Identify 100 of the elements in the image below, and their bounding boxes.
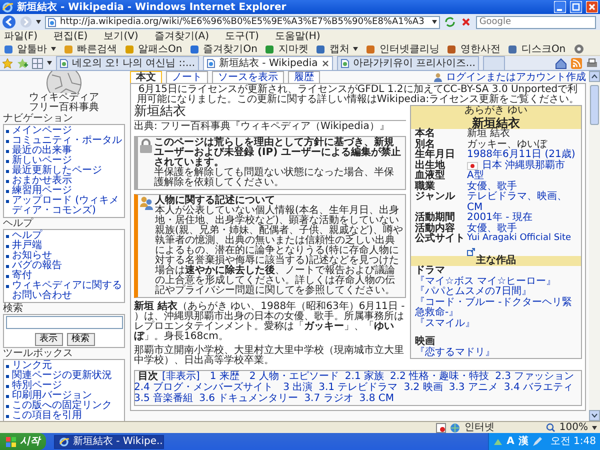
add-favorite-icon[interactable] [17, 58, 28, 68]
browser-tab[interactable]: 아라가키유이 프리사이즈... [336, 56, 480, 70]
toc-link[interactable]: 2.3 ファッション [495, 372, 574, 382]
toc-link[interactable]: 3.4 バラエティ [504, 382, 574, 393]
menu-item[interactable]: 도구(T) [225, 31, 259, 42]
sidebar-link[interactable]: メインページ [12, 126, 123, 136]
sidebar-link[interactable]: 最近の出来事 [12, 146, 123, 156]
toc-link[interactable]: 3 出演 [283, 382, 313, 393]
sidebar-link[interactable]: 関連ページの更新状況 [12, 371, 123, 381]
taskbar-window-button[interactable]: 新垣結衣 - Wikipe... [54, 434, 164, 448]
stop-icon[interactable] [460, 16, 472, 28]
sidebar-link[interactable]: 印刷用バージョン [12, 391, 123, 401]
maximize-icon[interactable] [570, 1, 582, 13]
menu-item[interactable]: 보기(V) [104, 31, 138, 42]
page-tab[interactable]: ソースを表示 [212, 71, 284, 83]
tab-grid-icon[interactable] [32, 58, 43, 68]
toc-link[interactable]: 2.2 性格・趣味・特技 [390, 372, 490, 382]
print-icon[interactable] [586, 58, 598, 68]
caret-icon[interactable] [592, 426, 597, 430]
sidebar-link[interactable]: コミュニティ・ポータル [12, 136, 123, 146]
sidebar-link[interactable]: バグの報告 [12, 261, 123, 271]
star-icon[interactable] [2, 58, 13, 68]
sidebar-link[interactable]: 特別ページ [12, 381, 123, 391]
infobox-link[interactable]: 日本 沖縄県那覇市 [482, 160, 566, 172]
toolbar-button[interactable]: 빠른검색 [64, 44, 117, 54]
work-link[interactable]: 『コード・ブルー -ドクターヘリ緊急救命-』 [415, 298, 577, 319]
menu-item[interactable]: 편집(E) [54, 31, 88, 42]
work-link[interactable]: 『パパとムスメの7日間』 [415, 287, 577, 298]
address-field[interactable]: http://ja.wikipedia.org/wiki/%E6%96%B0%E5%9E%A3%E7%B5%90%E8%A1%A3 [45, 16, 440, 28]
sidebar-link[interactable]: リンク元 [12, 361, 123, 371]
pen-icon[interactable] [532, 436, 542, 446]
vertical-scrollbar[interactable] [589, 71, 600, 421]
search-button[interactable]: 検索 [66, 333, 94, 346]
infobox-link[interactable]: A型 [467, 171, 484, 182]
minimize-icon[interactable] [554, 1, 566, 13]
page-tab[interactable]: ノート [166, 71, 208, 83]
toc-link[interactable]: 2.4 ブログ・メンバーズサイト [134, 382, 274, 393]
infobox-link[interactable]: 女優、歌手 [467, 182, 517, 192]
sidebar-link[interactable]: この版への固定リンク [12, 401, 123, 411]
toc-link[interactable]: 3.5 音楽番組 [134, 394, 194, 404]
toc-link[interactable]: 3.3 アニメ [448, 382, 498, 393]
browser-tab[interactable]: 新垣結衣 - Wikipedia [203, 56, 333, 70]
settings-icon[interactable] [574, 44, 584, 54]
toolbar-button[interactable]: 알패스On [125, 44, 182, 54]
toolbar-button[interactable]: 영한사전 [447, 44, 500, 54]
caret-icon[interactable] [353, 47, 358, 51]
infobox-link[interactable]: 1988年6月11日 (21歳) [467, 150, 576, 161]
toc-link[interactable]: 3.1 テレビドラマ [318, 382, 398, 393]
sidebar-link[interactable]: アップロード (ウィキメディア・コモンズ) [12, 196, 123, 216]
start-button[interactable]: 시작 [0, 433, 46, 450]
sidebar-link[interactable]: 井戸端 [12, 241, 123, 251]
infobox-link[interactable]: 2001年 - 現在 [467, 213, 532, 224]
sidebar-link[interactable]: 寄付 [12, 271, 123, 281]
toc-link[interactable]: 3.7 ラジオ [304, 394, 354, 404]
toc-link[interactable]: 3.8 CM [359, 394, 394, 404]
work-link[interactable]: 『恋するマドリ』 [415, 348, 577, 358]
menu-item[interactable]: 파일(F) [4, 31, 38, 42]
infobox-link[interactable]: Yui Aragaki Official Site [467, 234, 572, 244]
toolbar-button[interactable]: 지마켓 [265, 44, 308, 54]
work-link[interactable]: 『スマイル』 [415, 318, 577, 330]
close-icon[interactable] [322, 60, 329, 67]
toolbar-button[interactable]: 즐겨찾기On [190, 44, 258, 54]
sidebar-link[interactable]: 最近更新したページ [12, 166, 123, 176]
feed-icon[interactable] [571, 58, 582, 68]
browser-tab[interactable]: 네오의 오! 나의 여신님 ::... [56, 56, 199, 70]
search-field[interactable]: Google [476, 16, 596, 28]
back-icon[interactable] [2, 15, 16, 29]
page-tab[interactable]: 本文 [130, 71, 162, 83]
toc-link[interactable]: 2 人物・エピソード [249, 372, 339, 382]
caret-icon[interactable] [36, 20, 41, 24]
toc-link[interactable]: 3.6 ドキュメンタリー [199, 394, 298, 404]
scroll-thumb[interactable] [590, 85, 599, 125]
sidebar-link[interactable]: ヘルプ [12, 231, 123, 241]
toc-link[interactable]: 2.1 家族 [344, 372, 384, 382]
menu-item[interactable]: 즐겨찾기(A) [154, 31, 209, 42]
page-tab[interactable]: 履歴 [288, 71, 320, 83]
login-link[interactable]: ログインまたはアカウント作成 [446, 72, 586, 82]
toc-link[interactable]: 3.2 映画 [404, 382, 443, 393]
infobox-link[interactable]: 女優、歌手 [467, 224, 517, 234]
sidebar-link[interactable]: お知らせ [12, 251, 123, 261]
toolbar-button[interactable]: 알툴바 [4, 44, 56, 54]
toolbar-button[interactable]: 캡처 [316, 44, 358, 54]
toc-link[interactable]: 1 来歴 [210, 372, 240, 382]
search-field[interactable] [6, 316, 123, 329]
caret-icon[interactable] [47, 61, 52, 65]
toolbar-button[interactable]: 디스크On [508, 44, 566, 54]
zoom-button[interactable]: 100% [546, 422, 597, 433]
sidebar-link[interactable]: この項目を引用 [12, 411, 123, 421]
sidebar-link[interactable]: 新しいページ [12, 156, 123, 166]
infobox-link[interactable]: テレビドラマ、映画、CM [467, 192, 577, 214]
menu-item[interactable]: 도움말(H) [274, 31, 320, 42]
search-button[interactable]: 表示 [34, 333, 62, 346]
sidebar-link[interactable]: 練習用ページ [12, 186, 123, 196]
sidebar-link[interactable]: ウィキペディアに関するお問い合わせ [12, 281, 123, 301]
refresh-icon[interactable] [444, 16, 456, 28]
caret-icon[interactable] [432, 20, 438, 24]
caret-icon[interactable] [51, 47, 56, 51]
sidebar-link[interactable]: おまかせ表示 [12, 176, 123, 186]
toolbar-button[interactable]: 인터넷클리닝 [366, 44, 440, 54]
toc-toggle-link[interactable]: [非表示] [162, 372, 200, 382]
